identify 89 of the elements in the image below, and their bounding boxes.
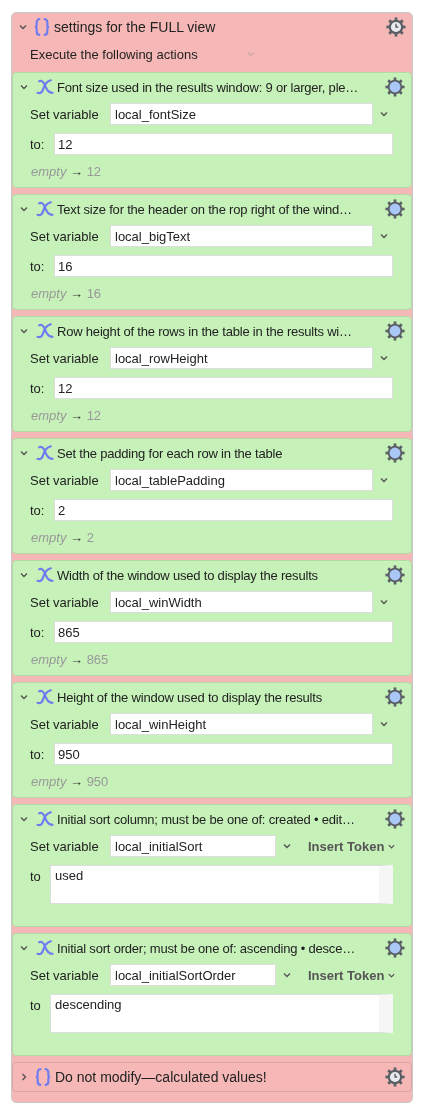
group-title: settings for the FULL view [54,19,216,35]
variable-icon [35,200,55,218]
disclosure-icon[interactable] [19,1072,29,1082]
variable-icon [35,939,55,957]
variable-field[interactable]: local_fontSize [110,103,373,125]
gear-icon[interactable] [385,809,405,829]
gear-icon[interactable] [385,443,405,463]
variable-icon [35,566,55,584]
field-label: Set variable [30,350,100,366]
variable-icon [35,444,55,462]
braces-icon [35,1067,51,1087]
dropdown-icon[interactable] [379,475,389,485]
field-label: Set variable [30,967,100,983]
field-label: to: [30,502,46,518]
gear-clock-icon[interactable] [386,17,406,37]
dropdown-icon[interactable] [282,841,292,851]
variable-field[interactable]: local_initialSortOrder [110,964,276,986]
value-field[interactable]: 950 [54,743,393,765]
value-preview: empty → 865 [30,651,110,669]
variable-field[interactable]: local_initialSort [110,835,276,857]
braces-icon [34,17,50,37]
value-text-area[interactable]: descending [50,994,393,1033]
action-title: Width of the window used to display the results [57,567,318,583]
dropdown-icon[interactable] [379,109,389,119]
field-label: to [30,997,42,1013]
dropdown-icon[interactable] [379,231,389,241]
disclosure-icon[interactable] [19,943,29,953]
field-label: Set variable [30,594,100,610]
gear-icon[interactable] [385,199,405,219]
disclosure-icon[interactable] [19,814,29,824]
value-field[interactable]: 2 [54,499,393,521]
value-preview: empty → 12 [30,163,103,181]
value-preview: empty → 12 [30,407,103,425]
variable-icon [35,688,55,706]
action-title: Set the padding for each row in the table [57,445,283,461]
variable-field[interactable]: local_winHeight [110,713,373,735]
value-preview: empty → 16 [30,285,103,303]
group-subtitle: Execute the following actions [30,46,198,62]
field-label: Set variable [30,472,100,488]
disclosure-icon[interactable] [19,204,29,214]
value-field[interactable]: 865 [54,621,393,643]
action-title: Initial sort order; must be one of: ascending • desce… [57,940,355,956]
disclosure-icon[interactable] [19,448,29,458]
action-title: Row height of the rows in the table in the results wi… [57,323,352,339]
dropdown-icon[interactable] [379,597,389,607]
field-label: Set variable [30,106,100,122]
action-title: Initial sort column; must be be one of: created • edit… [57,811,355,827]
field-label: to: [30,624,46,640]
value-preview: empty → 2 [30,529,95,547]
action-title: Text size for the header on the rop right of the wind… [57,201,352,217]
gear-icon[interactable] [385,565,405,585]
variable-field[interactable]: local_tablePadding [110,469,373,491]
gear-icon[interactable] [385,687,405,707]
field-label: to: [30,136,46,152]
disclosure-icon[interactable] [18,22,28,32]
gear-icon[interactable] [385,77,405,97]
group-title: Do not modify—calculated values! [55,1069,267,1085]
variable-icon [35,78,55,96]
insert-token-button[interactable]: Insert Token [308,838,397,854]
disclosure-icon[interactable] [19,326,29,336]
dropdown-icon[interactable] [379,719,389,729]
field-label: to [30,868,42,884]
variable-icon [35,810,55,828]
value-field[interactable]: 12 [54,377,393,399]
value-preview: empty → 950 [30,773,110,791]
field-label: Set variable [30,716,100,732]
variable-icon [35,322,55,340]
variable-field[interactable]: local_winWidth [110,591,373,613]
value-field[interactable]: 16 [54,255,393,277]
field-label: to: [30,380,46,396]
value-text-area[interactable]: used [50,865,393,904]
disclosure-icon[interactable] [19,692,29,702]
field-label: Set variable [30,228,100,244]
insert-token-button[interactable]: Insert Token [308,967,397,983]
dropdown-icon[interactable] [379,353,389,363]
variable-field[interactable]: local_bigText [110,225,373,247]
disclosure-icon[interactable] [19,82,29,92]
gear-clock-icon[interactable] [385,1067,405,1087]
variable-field[interactable]: local_rowHeight [110,347,373,369]
action-title: Font size used in the results window: 9 or larger, ple… [57,79,359,95]
dropdown-icon[interactable] [282,970,292,980]
value-field[interactable]: 12 [54,133,393,155]
field-label: Set variable [30,838,100,854]
disclosure-icon[interactable] [19,570,29,580]
gear-icon[interactable] [385,321,405,341]
field-label: to: [30,746,46,762]
gear-icon[interactable] [385,938,405,958]
action-title: Height of the window used to display the results [57,689,322,705]
field-label: to: [30,258,46,274]
